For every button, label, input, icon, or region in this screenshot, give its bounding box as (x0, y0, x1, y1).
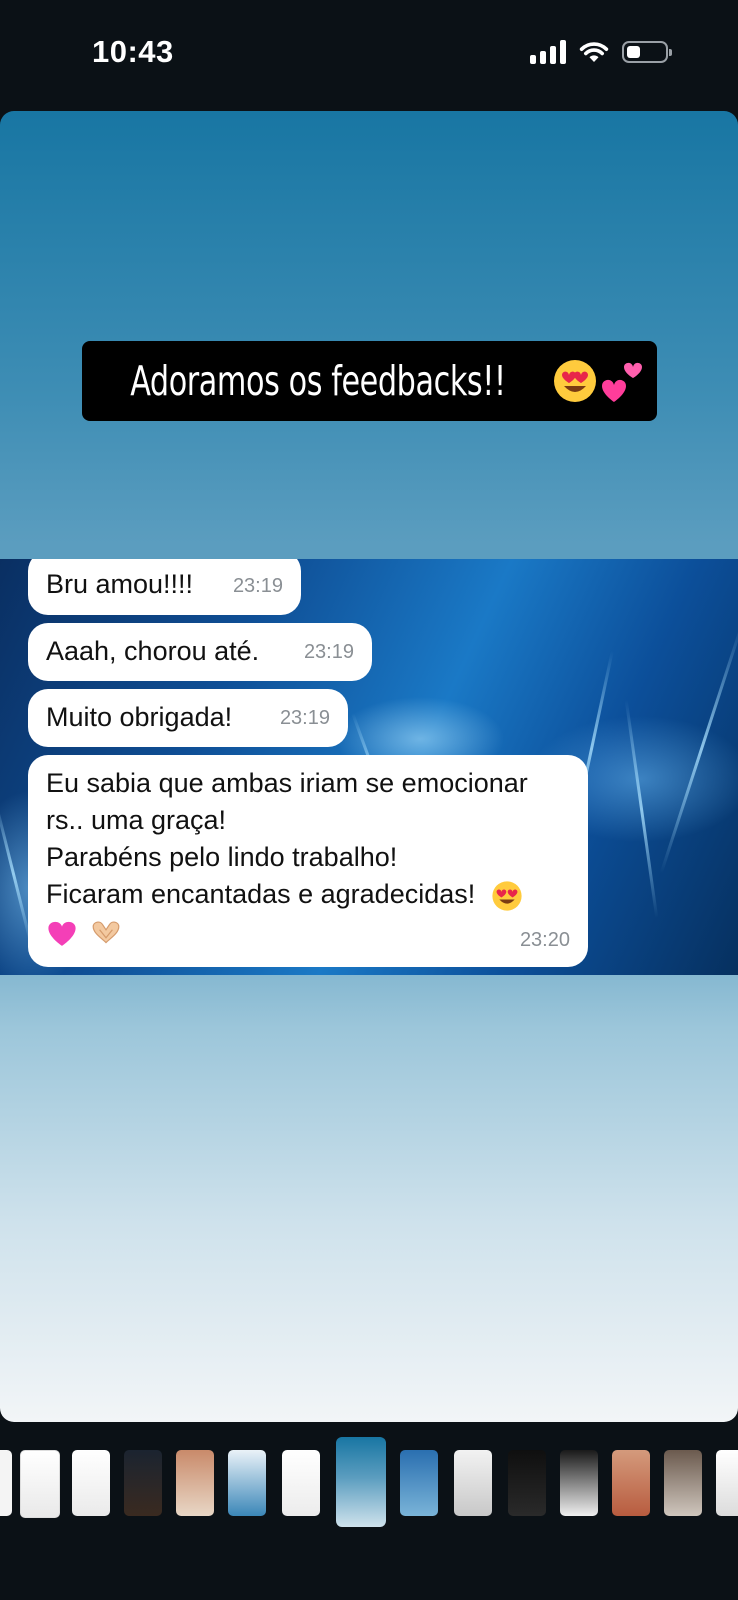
status-bar: 10:43 (0, 0, 738, 110)
story-thumbnail[interactable] (508, 1450, 546, 1516)
story-caption: Adoramos os feedbacks!! (82, 341, 657, 421)
story-thumbnail[interactable] (228, 1450, 266, 1516)
story-thumbnail[interactable] (400, 1450, 438, 1516)
story-thumbnail[interactable] (0, 1450, 12, 1516)
battery-icon (622, 41, 672, 63)
story-thumbnail[interactable] (716, 1450, 738, 1516)
message-time: 23:20 (519, 929, 570, 951)
story-thumbnail[interactable] (454, 1450, 492, 1516)
story-thumbnail[interactable] (560, 1450, 598, 1516)
signal-icon (530, 40, 566, 64)
pink-heart-emoji (48, 921, 76, 946)
message-line: Parabéns pelo lindo trabalho! (46, 842, 398, 872)
story-thumbnail[interactable] (176, 1450, 214, 1516)
story-thumbnail[interactable] (72, 1450, 110, 1516)
story-thumbnails (0, 1432, 738, 1532)
chat-screenshot: Bru amou!!!! 23:19 Aaah, chorou até. 23:… (0, 559, 738, 975)
message-line: Eu sabia que ambas iriam se emocionar (46, 768, 528, 798)
heart-eyes-emoji (554, 360, 597, 402)
story-thumbnail[interactable] (124, 1450, 162, 1516)
message-time: 23:19 (232, 575, 283, 597)
message-line-with-emoji: Ficaram encantadas e agradecidas! (46, 876, 570, 913)
chat-bubble: Aaah, chorou até. 23:19 (28, 623, 372, 681)
story-thumbnail[interactable] (612, 1450, 650, 1516)
caption-text: Adoramos os feedbacks!! (129, 357, 506, 405)
message-line: rs.. uma graça! (46, 805, 227, 835)
heart-eyes-emoji (492, 881, 522, 911)
story-thumbnail-current[interactable] (336, 1437, 386, 1527)
status-time: 10:43 (92, 34, 174, 69)
message-time: 23:19 (279, 707, 330, 729)
story-thumbnail[interactable] (20, 1450, 60, 1518)
chat-bubble: Bru amou!!!! 23:19 (28, 559, 301, 615)
message-line: Ficaram encantadas e agradecidas! (46, 879, 476, 909)
chat-bubble: Muito obrigada! 23:19 (28, 689, 348, 747)
story-thumbnail[interactable] (664, 1450, 702, 1516)
story-card[interactable]: Adoramos os feedbacks!! Bru amou!!!! 23:… (0, 111, 738, 1422)
message-time: 23:19 (303, 641, 354, 663)
chat-bubble: Eu sabia que ambas iriam se emocionar rs… (28, 755, 588, 967)
heart-hands-emoji (92, 921, 119, 944)
emoji-line (46, 913, 570, 950)
wifi-icon (579, 42, 609, 62)
story-thumbnail[interactable] (282, 1450, 320, 1516)
status-icons (530, 40, 672, 64)
two-hearts-emoji (602, 362, 643, 402)
